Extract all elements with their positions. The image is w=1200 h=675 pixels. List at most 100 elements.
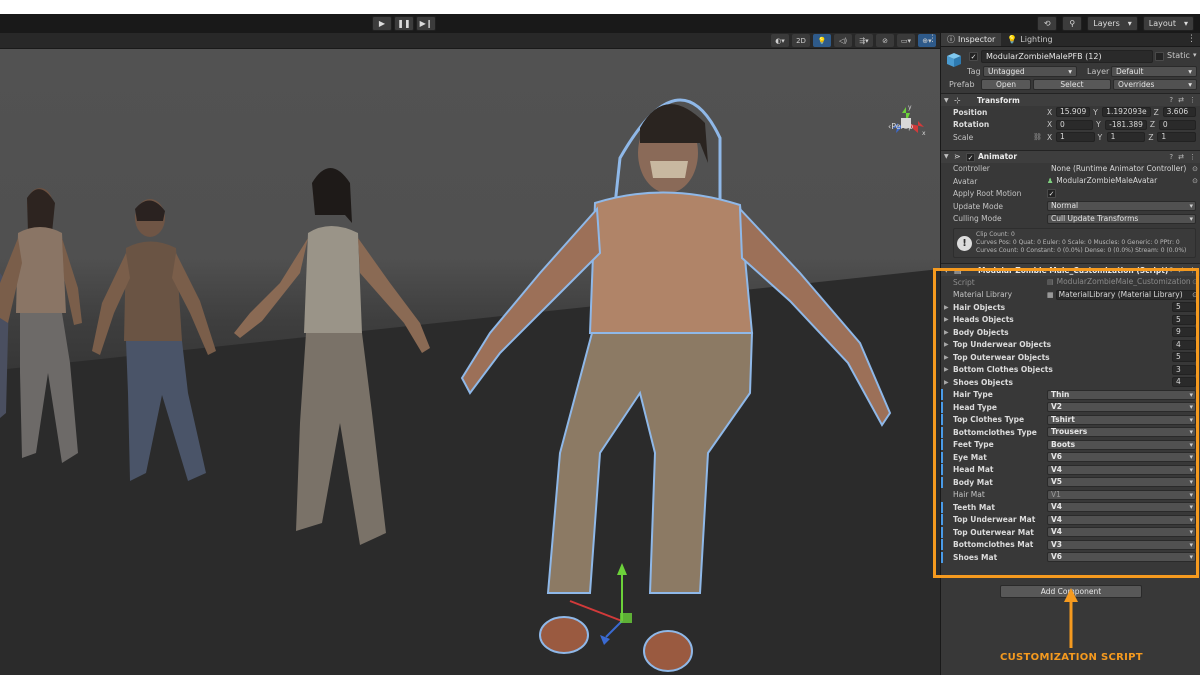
object-list-count[interactable]: 5 [1172, 314, 1196, 325]
effects-dropdown[interactable]: ⇶▾ [855, 34, 873, 47]
fold-arrow-icon[interactable]: ▼ [944, 153, 949, 160]
fold-arrow-icon[interactable]: ▼ [944, 97, 949, 104]
fold-arrow-icon[interactable]: ▼ [944, 267, 949, 274]
selection-dropdown[interactable]: V6 [1047, 552, 1196, 563]
zombie-3[interactable] [234, 168, 430, 545]
projection-toggle[interactable]: ‹Persp [888, 122, 913, 131]
object-list-row[interactable]: ▶ Top Underwear Objects 4 [941, 339, 1200, 352]
fold-arrow-icon[interactable]: ▶ [944, 304, 949, 311]
fold-arrow-icon[interactable]: ▶ [944, 341, 949, 348]
animator-header[interactable]: ▼ ⋗ ✓ Animator ? ⇄ ⋮ [941, 149, 1200, 163]
selection-dropdown[interactable]: Boots [1047, 439, 1196, 450]
object-list-row[interactable]: ▶ Top Outerwear Objects 5 [941, 351, 1200, 364]
object-list-row[interactable]: ▶ Shoes Objects 4 [941, 376, 1200, 389]
object-name-field[interactable]: ModularZombieMalePFB (12) [981, 50, 1153, 63]
culling-mode-dropdown[interactable]: Cull Update Transforms [1047, 213, 1196, 224]
rotation-y-field[interactable]: -181.389 [1105, 119, 1147, 130]
menu-icon[interactable]: ⋮ [1189, 266, 1196, 274]
transform-header[interactable]: ▼ ⊹ Transform ? ⇄ ⋮ [941, 93, 1200, 106]
camera-dropdown[interactable]: ▭▾ [897, 34, 915, 47]
selection-dropdown[interactable]: V4 [1047, 527, 1196, 538]
inspector-menu-icon[interactable]: ⋮ [1187, 34, 1196, 44]
prefab-open-button[interactable]: Open [981, 79, 1031, 90]
selection-dropdown[interactable]: V6 [1047, 452, 1196, 463]
toggle-2d-button[interactable]: 2D [792, 34, 810, 47]
link-icon[interactable]: ⛓ [1033, 133, 1042, 141]
object-list-count[interactable]: 5 [1172, 302, 1196, 313]
zombie-1[interactable] [0, 188, 82, 463]
fold-arrow-icon[interactable]: ▶ [944, 379, 949, 386]
object-list-count[interactable]: 9 [1172, 327, 1196, 338]
rotation-x-field[interactable]: 0 [1056, 119, 1094, 130]
fold-arrow-icon[interactable]: ▶ [944, 366, 949, 373]
object-list-row[interactable]: ▶ Bottom Clothes Objects 3 [941, 364, 1200, 377]
pause-button[interactable]: ❚❚ [394, 16, 414, 31]
menu-icon[interactable]: ⋮ [1189, 153, 1196, 161]
zombie-2[interactable] [92, 199, 216, 481]
scene-menu-icon[interactable]: ⋮ [928, 34, 937, 44]
object-picker-icon[interactable]: ⊙ [1192, 177, 1198, 185]
play-button[interactable]: ▶ [372, 16, 392, 31]
object-picker-icon[interactable]: ⊙ [1192, 165, 1198, 173]
update-mode-dropdown[interactable]: Normal [1047, 201, 1196, 212]
position-y-field[interactable]: 1.192093е [1102, 107, 1151, 118]
customization-script-header[interactable]: ▼ ▤ Modular Zombie Male_Customization (S… [941, 263, 1200, 276]
animator-enabled-checkbox[interactable]: ✓ [966, 152, 975, 162]
presets-icon[interactable]: ⇄ [1178, 153, 1184, 161]
selection-dropdown[interactable]: V2 [1047, 402, 1196, 413]
layer-dropdown[interactable]: Default ▾ [1111, 66, 1197, 77]
object-list-count[interactable]: 4 [1172, 377, 1196, 388]
help-icon[interactable]: ? [1169, 266, 1173, 274]
object-list-count[interactable]: 3 [1172, 364, 1196, 375]
fold-arrow-icon[interactable]: ▶ [944, 329, 949, 336]
selection-dropdown[interactable]: V1 [1047, 489, 1196, 500]
visibility-toggle[interactable]: ⊘ [876, 34, 894, 47]
layers-dropdown[interactable]: Layers ▾ [1087, 16, 1138, 31]
tab-inspector[interactable]: ⓘ Inspector [941, 33, 1002, 46]
tag-dropdown[interactable]: Untagged ▾ [983, 66, 1077, 77]
avatar-field[interactable]: ModularZombieMaleAvatar [1055, 176, 1196, 186]
selection-dropdown[interactable]: Thin [1047, 389, 1196, 400]
draw-mode-button[interactable]: ◐▾ [771, 34, 789, 47]
selection-dropdown[interactable]: V3 [1047, 539, 1196, 550]
static-checkbox[interactable] [1155, 52, 1164, 61]
step-button[interactable]: ▶❙ [416, 16, 436, 31]
selection-dropdown[interactable]: Tshirt [1047, 414, 1196, 425]
scene-view[interactable]: ◐▾ 2D 💡 ◁) ⇶▾ ⊘ ▭▾ ⊕▾ ⋮ y x ‹Persp [0, 33, 940, 675]
object-picker-icon[interactable]: ⊙ [1192, 291, 1198, 299]
zombie-selected[interactable] [460, 98, 892, 672]
prefab-select-button[interactable]: Select [1033, 79, 1111, 90]
lighting-toggle[interactable]: 💡 [813, 34, 831, 47]
selection-dropdown[interactable]: V4 [1047, 464, 1196, 475]
material-library-field[interactable]: MaterialLibrary (Material Library) [1055, 289, 1196, 300]
position-z-field[interactable]: 3.606 [1162, 107, 1196, 118]
apply-root-motion-checkbox[interactable]: ✓ [1047, 189, 1056, 199]
selection-dropdown[interactable]: V4 [1047, 502, 1196, 513]
prefab-overrides-dropdown[interactable]: Overrides ▾ [1113, 79, 1197, 90]
object-list-count[interactable]: 4 [1172, 339, 1196, 350]
position-x-field[interactable]: 15.909 [1056, 107, 1091, 118]
presets-icon[interactable]: ⇄ [1178, 266, 1184, 274]
history-button[interactable]: ⟲ [1037, 16, 1058, 31]
layout-dropdown[interactable]: Layout ▾ [1142, 16, 1194, 31]
search-button[interactable]: ⚲ [1062, 16, 1083, 31]
selection-dropdown[interactable]: V4 [1047, 514, 1196, 525]
scale-x-field[interactable]: 1 [1056, 132, 1095, 143]
object-list-row[interactable]: ▶ Body Objects 9 [941, 326, 1200, 339]
object-list-count[interactable]: 5 [1172, 352, 1196, 363]
rotation-z-field[interactable]: 0 [1158, 119, 1197, 130]
fold-arrow-icon[interactable]: ▶ [944, 354, 949, 361]
object-list-row[interactable]: ▶ Heads Objects 5 [941, 314, 1200, 327]
menu-icon[interactable]: ⋮ [1189, 96, 1196, 104]
active-checkbox[interactable]: ✓ [969, 52, 978, 61]
object-list-row[interactable]: ▶ Hair Objects 5 [941, 301, 1200, 314]
controller-field[interactable]: None (Runtime Animator Controller) [1047, 164, 1196, 174]
scale-y-field[interactable]: 1 [1106, 132, 1146, 143]
help-icon[interactable]: ? [1169, 153, 1173, 161]
help-icon[interactable]: ? [1169, 96, 1173, 104]
scale-z-field[interactable]: 1 [1157, 132, 1197, 143]
tab-lighting[interactable]: 💡 Lighting [1001, 33, 1058, 46]
selection-dropdown[interactable]: Trousers [1047, 427, 1196, 438]
selection-dropdown[interactable]: V5 [1047, 477, 1196, 488]
fold-arrow-icon[interactable]: ▶ [944, 316, 949, 323]
